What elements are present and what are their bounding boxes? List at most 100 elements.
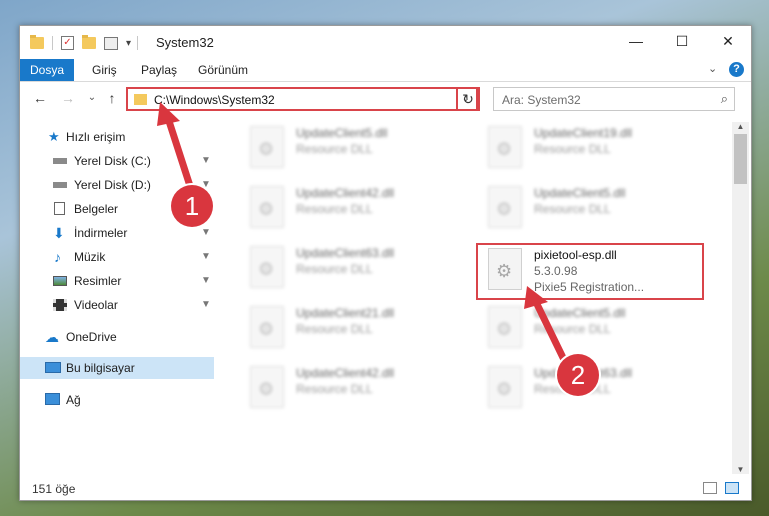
toolbar-separator — [137, 36, 139, 50]
back-button[interactable]: ← — [32, 90, 48, 106]
dll-file-icon — [250, 366, 284, 408]
tiles-view-icon[interactable] — [725, 482, 739, 494]
properties-check-icon[interactable]: ✓ — [61, 36, 74, 50]
sidebar-item-label: Müzik — [74, 250, 106, 264]
close-button[interactable]: ✕ — [705, 26, 751, 57]
list-item[interactable]: UpdateClient5.dll Resource DLL — [478, 302, 708, 354]
scroll-up-arrow[interactable]: ▲ — [732, 122, 749, 131]
file-type: Resource DLL — [296, 382, 373, 396]
vertical-scrollbar[interactable]: ▲ ▼ — [732, 122, 749, 474]
minimize-button[interactable]: — — [613, 26, 659, 57]
star-icon: ★ — [48, 129, 60, 144]
drive-icon — [53, 182, 67, 188]
file-name: UpdateClient5.dll — [296, 126, 388, 140]
sidebar-item-label: Bu bilgisayar — [66, 361, 135, 375]
sidebar-item-quick-access[interactable]: ★ Hızlı erişim — [20, 126, 214, 148]
list-item[interactable]: UpdateClient21.dll Resource DLL — [240, 302, 470, 354]
list-item[interactable]: UpdateClient19.dll Resource DLL — [478, 122, 708, 174]
sidebar-item-this-pc[interactable]: Bu bilgisayar — [20, 357, 214, 379]
list-item[interactable]: UpdateClient42.dll Resource DLL — [240, 362, 470, 414]
list-item[interactable]: UpdateClient63.dll Resource DLL — [240, 242, 470, 294]
scroll-down-arrow[interactable]: ▼ — [732, 465, 749, 474]
sidebar-item-label: Resimler — [74, 274, 122, 288]
title-bar: ✓ ▾ System32 — ☐ ✕ — [20, 26, 751, 59]
sidebar-item-local-disk-c[interactable]: Yerel Disk (C:) ▼ — [20, 150, 214, 172]
sidebar-item-music[interactable]: ♪ Müzik ▼ — [20, 246, 214, 268]
folder-icon — [134, 94, 147, 105]
dll-file-icon — [250, 306, 284, 348]
customize-toolbar-icon[interactable]: ▾ — [126, 38, 131, 49]
file-type: Resource DLL — [296, 142, 373, 156]
sidebar-item-label: Yerel Disk (C:) — [74, 154, 151, 168]
file-type: Resource DLL — [296, 202, 373, 216]
pin-icon[interactable]: ▼ — [201, 222, 211, 244]
tab-share[interactable]: Paylaş — [141, 59, 177, 81]
address-path[interactable]: C:\Windows\System32 — [154, 93, 275, 107]
help-icon[interactable]: ? — [729, 62, 744, 77]
dll-file-icon — [488, 126, 522, 168]
up-button[interactable]: ↑ — [104, 90, 120, 106]
drive-icon — [53, 158, 67, 164]
recent-locations-button[interactable]: ⌄ — [84, 90, 100, 106]
list-item[interactable]: UpdateClient42.dll Resource DLL — [240, 182, 470, 234]
sidebar-item-label: OneDrive — [66, 330, 117, 344]
file-name: UpdateClient5.dll — [534, 186, 626, 200]
dll-file-icon — [488, 306, 522, 348]
new-folder-icon[interactable] — [82, 35, 96, 49]
highlight-box — [476, 243, 704, 300]
callout-badge-two: 2 — [557, 354, 599, 396]
cloud-icon: ☁ — [45, 329, 59, 345]
file-name: UpdateClient42.dll — [296, 186, 395, 200]
sidebar-item-label: Belgeler — [74, 202, 119, 216]
list-item[interactable]: UpdateClient5.dll Resource DLL — [240, 122, 470, 174]
list-item[interactable]: UpdateClient5.dll Resource DLL — [478, 182, 708, 234]
callout-badge-one: 1 — [171, 185, 213, 227]
tab-file[interactable]: Dosya — [20, 59, 74, 81]
video-icon — [53, 299, 67, 311]
maximize-button[interactable]: ☐ — [659, 26, 705, 57]
sidebar-item-onedrive[interactable]: ☁ OneDrive — [20, 326, 214, 348]
chevron-down-icon[interactable]: ⌄ — [708, 62, 717, 75]
pin-icon[interactable]: ▼ — [201, 246, 211, 268]
refresh-button[interactable]: ↻ — [456, 87, 480, 111]
file-name: UpdateClient63.dll — [296, 246, 395, 260]
quick-access-toolbar: ✓ ▾ — [30, 35, 146, 51]
sidebar-item-pictures[interactable]: Resimler ▼ — [20, 270, 214, 292]
search-box[interactable]: Ara: System32 ⌕ — [493, 87, 735, 111]
details-view-icon[interactable] — [703, 482, 717, 494]
pin-icon[interactable]: ▼ — [201, 294, 211, 316]
dll-file-icon — [488, 186, 522, 228]
file-name: UpdateClient42.dll — [296, 366, 395, 380]
dll-file-icon — [250, 126, 284, 168]
picture-icon — [53, 276, 67, 286]
music-icon: ♪ — [54, 249, 61, 265]
tab-view[interactable]: Görünüm — [198, 59, 248, 81]
status-bar: 151 öğe — [20, 476, 751, 500]
tab-home[interactable]: Giriş — [92, 59, 117, 81]
search-input[interactable]: Ara: System32 — [502, 93, 581, 107]
sidebar-item-videos[interactable]: Videolar ▼ — [20, 294, 214, 316]
folder-icon — [30, 35, 44, 49]
dll-file-icon — [250, 246, 284, 288]
pin-icon[interactable]: ▼ — [201, 270, 211, 292]
pin-icon[interactable]: ▼ — [201, 150, 211, 172]
forward-button[interactable]: → — [60, 90, 76, 106]
file-name: UpdateClient21.dll — [296, 306, 395, 320]
file-name: UpdateClient19.dll — [534, 126, 633, 140]
sidebar-item-label: Ağ — [66, 393, 81, 407]
sidebar-item-label: Yerel Disk (D:) — [74, 178, 151, 192]
sidebar-item-label: Videolar — [74, 298, 118, 312]
scrollbar-thumb[interactable] — [734, 134, 747, 184]
navigation-pane: ★ Hızlı erişim Yerel Disk (C:) ▼ Yerel D… — [20, 122, 214, 474]
ribbon-tabs: Dosya Giriş Paylaş Görünüm ⌄ ? — [20, 59, 751, 82]
sidebar-item-label: İndirmeler — [74, 226, 128, 240]
sidebar-item-network[interactable]: Ağ — [20, 389, 214, 411]
file-type: Resource DLL — [296, 262, 373, 276]
item-count: 151 öğe — [32, 482, 76, 496]
computer-icon — [45, 362, 61, 373]
address-bar[interactable]: C:\Windows\System32 ⌄ — [126, 87, 478, 111]
search-icon[interactable]: ⌕ — [721, 91, 728, 107]
properties-icon[interactable] — [104, 36, 118, 50]
dll-file-icon — [250, 186, 284, 228]
network-icon — [45, 393, 60, 405]
